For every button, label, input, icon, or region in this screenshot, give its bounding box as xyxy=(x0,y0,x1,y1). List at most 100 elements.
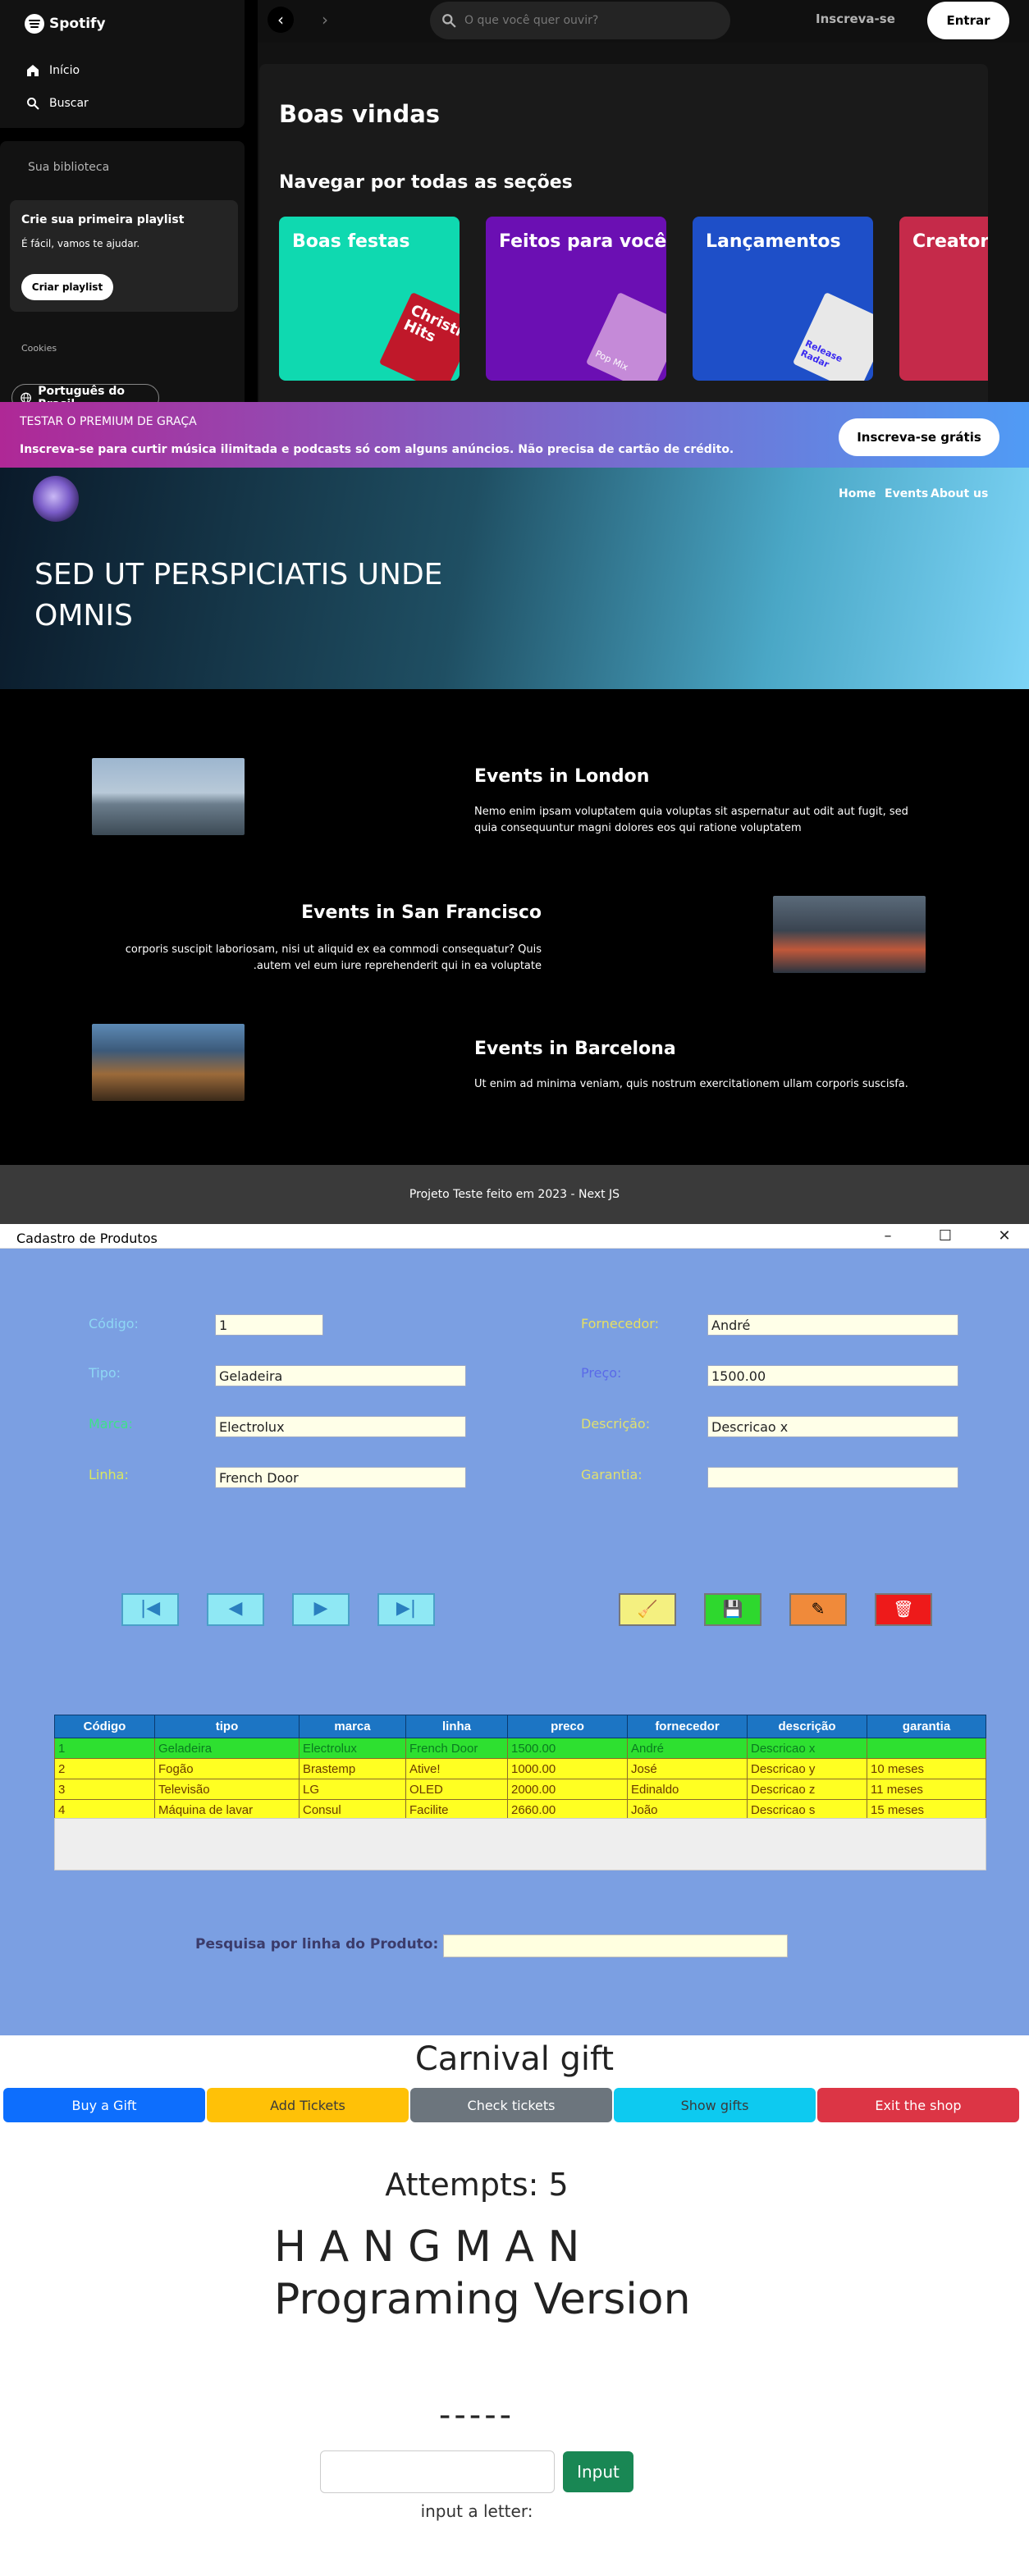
hero-title: SED UT PERSPICIATIS UNDE OMNIS xyxy=(34,558,443,633)
back-arrow-icon[interactable]: ‹ xyxy=(268,7,294,33)
browse-heading: Navegar por todas as seções xyxy=(279,172,573,193)
hero: Home Events About us SED UT PERSPICIATIS… xyxy=(0,468,1029,689)
table-row[interactable]: 2 Fogão Brastemp Ative! 1000.00 José Descricao… xyxy=(54,1758,986,1779)
banner-text: Inscreva-se para curtir música ilimitada… xyxy=(20,443,734,456)
buy-gift-button[interactable]: Buy a Gift xyxy=(3,2088,205,2122)
delete-icon[interactable]: 🗑 xyxy=(875,1593,932,1626)
spotify-panel: Spotify Início Buscar Sua biblioteca Cri… xyxy=(0,0,1029,468)
event-title-london: Events in London xyxy=(474,766,650,787)
add-tickets-button[interactable]: Add Tickets xyxy=(207,2088,409,2122)
free-signup-button[interactable]: Inscreva-se grátis xyxy=(839,418,999,456)
site-logo[interactable] xyxy=(33,476,79,522)
event-title-san-francisco: Events in San Francisco xyxy=(301,902,542,923)
event-title-barcelona: Events in Barcelona xyxy=(474,1039,676,1059)
column-header[interactable]: linha xyxy=(405,1715,508,1738)
column-header[interactable]: preco xyxy=(507,1715,628,1738)
column-header[interactable]: marca xyxy=(299,1715,406,1738)
tipo-field[interactable] xyxy=(215,1365,466,1386)
column-header[interactable]: Código xyxy=(54,1715,155,1738)
title-bar: Cadastro de Produtos – ☐ ✕ xyxy=(0,1224,1029,1249)
spotify-logo-icon xyxy=(25,14,44,34)
create-playlist-card: Crie sua primeira playlist É fácil, vamo… xyxy=(10,200,238,312)
preco-label: Preço: xyxy=(581,1365,622,1381)
save-icon[interactable]: 💾 xyxy=(704,1593,761,1626)
carnival-panel: Carnival gift Buy a Gift Add Tickets Che… xyxy=(0,2035,1029,2576)
table-row[interactable]: 3 Televisão LG OLED 2000.00 Edinaldo Descricao… xyxy=(54,1779,986,1800)
table-row[interactable]: 4 Máquina de lavar Consul Facilite 2660.00 Jo… xyxy=(54,1799,986,1820)
window-title: Cadastro de Produtos xyxy=(16,1231,158,1246)
marca-field[interactable] xyxy=(215,1416,466,1437)
table-empty-area xyxy=(54,1818,986,1870)
letter-input[interactable] xyxy=(320,2450,555,2493)
descricao-label: Descrição: xyxy=(581,1416,651,1432)
products-table: Código tipo marca linha preco fornecedor… xyxy=(54,1715,986,1820)
barcelona-image xyxy=(92,1024,245,1101)
banner-title: TESTAR O PREMIUM DE GRAÇA xyxy=(20,415,197,428)
table-header-row: Código tipo marca linha preco fornecedor… xyxy=(54,1715,986,1738)
minimize-icon[interactable]: – xyxy=(871,1226,904,1247)
event-text-barcelona: Ut enim ad minima veniam, quis nostrum e… xyxy=(474,1078,908,1090)
table-row[interactable]: 1 Geladeira Electrolux French Door 1500.00 An… xyxy=(54,1738,986,1759)
column-header[interactable]: fornecedor xyxy=(627,1715,748,1738)
column-header[interactable]: tipo xyxy=(154,1715,300,1738)
exit-shop-button[interactable]: Exit the shop xyxy=(817,2088,1019,2122)
signup-link[interactable]: Inscreva-se xyxy=(816,11,895,26)
search-input[interactable] xyxy=(464,14,711,27)
check-tickets-button[interactable]: Check tickets xyxy=(410,2088,612,2122)
nav-link-events[interactable]: Events xyxy=(885,487,928,500)
london-image xyxy=(92,758,245,835)
preco-field[interactable] xyxy=(707,1365,958,1386)
hangman-title: H A N G M A N Programing Version xyxy=(274,2222,691,2324)
page-title: Carnival gift xyxy=(414,2040,615,2078)
fornecedor-field[interactable] xyxy=(707,1314,958,1336)
linha-label: Linha: xyxy=(89,1467,129,1482)
next-record-icon[interactable]: ▶ xyxy=(292,1593,350,1626)
input-hint: input a letter: xyxy=(420,2501,533,2521)
card-title: Crie sua primeira playlist xyxy=(21,213,185,226)
content-card: Boas vindas Navegar por todas as seções … xyxy=(259,64,988,425)
descricao-field[interactable] xyxy=(707,1416,958,1437)
column-header[interactable]: garantia xyxy=(867,1715,986,1738)
library-panel: Sua biblioteca Crie sua primeira playlis… xyxy=(0,141,245,412)
codigo-field[interactable] xyxy=(215,1314,323,1336)
garantia-label: Garantia: xyxy=(581,1467,643,1482)
login-button[interactable]: Entrar xyxy=(927,2,1009,39)
close-icon[interactable]: ✕ xyxy=(988,1226,1021,1247)
category-tile-creators[interactable]: Creators xyxy=(899,217,988,381)
nav-item-home[interactable]: Início xyxy=(26,64,80,77)
sidebar-nav: Spotify Início Buscar xyxy=(0,0,245,128)
search-box[interactable] xyxy=(430,2,730,39)
events-panel: Home Events About us SED UT PERSPICIATIS… xyxy=(0,468,1029,1224)
library-title[interactable]: Sua biblioteca xyxy=(28,161,109,174)
forward-arrow-icon[interactable]: › xyxy=(312,7,338,33)
garantia-field[interactable] xyxy=(707,1467,958,1488)
show-gifts-button[interactable]: Show gifts xyxy=(614,2088,816,2122)
search-icon xyxy=(442,14,456,28)
card-subtitle: É fácil, vamos te ajudar. xyxy=(21,238,140,249)
home-icon xyxy=(27,65,39,76)
event-text-san-francisco: corporis suscipit laboriosam, nisi ut al… xyxy=(125,943,542,972)
nav-item-search[interactable]: Buscar xyxy=(26,97,89,110)
linha-field[interactable] xyxy=(215,1467,466,1488)
maximize-icon[interactable]: ☐ xyxy=(929,1226,962,1247)
create-playlist-button[interactable]: Criar playlist xyxy=(21,274,113,300)
welcome-heading: Boas vindas xyxy=(279,100,441,128)
spotify-logo[interactable]: Spotify xyxy=(25,14,106,34)
edit-icon[interactable]: ✎ xyxy=(789,1593,847,1626)
codigo-label: Código: xyxy=(89,1316,139,1331)
last-record-icon[interactable]: ▶| xyxy=(377,1593,435,1626)
nav-link-about[interactable]: About us xyxy=(931,487,988,500)
premium-banner: TESTAR O PREMIUM DE GRAÇA Inscreva-se pa… xyxy=(0,402,1029,468)
category-tile-feitos-para-voce[interactable]: Feitos para você Pop Mix xyxy=(486,217,666,381)
product-form-window: Cadastro de Produtos – ☐ ✕ Código: Tipo:… xyxy=(0,1224,1029,2035)
input-button[interactable]: Input xyxy=(563,2451,633,2492)
cookies-link[interactable]: Cookies xyxy=(21,343,57,354)
column-header[interactable]: descrição xyxy=(747,1715,867,1738)
first-record-icon[interactable]: |◀ xyxy=(121,1593,179,1626)
category-tile-boas-festas[interactable]: Boas festas Christmas Hits xyxy=(279,217,460,381)
category-tile-lancamentos[interactable]: Lançamentos Release Radar xyxy=(693,217,873,381)
clear-broom-icon[interactable]: 🧹 xyxy=(619,1593,676,1626)
nav-link-home[interactable]: Home xyxy=(839,487,876,500)
search-by-line-input[interactable] xyxy=(443,1934,788,1957)
previous-record-icon[interactable]: ◀ xyxy=(207,1593,264,1626)
